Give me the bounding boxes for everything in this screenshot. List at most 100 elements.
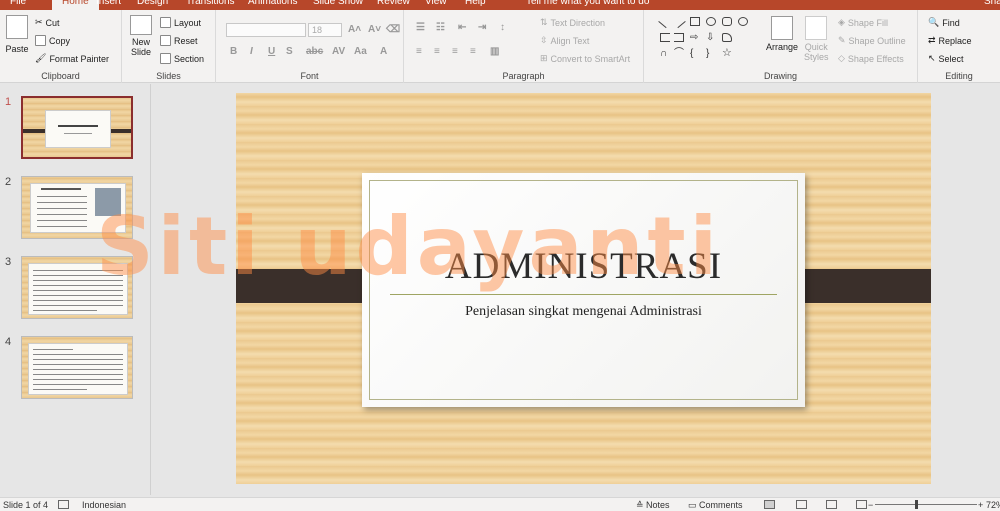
arrow-right-shape-icon[interactable]: ⇨ (690, 33, 700, 43)
text-direction-button[interactable]: ⇅ Text Direction (540, 17, 605, 28)
arrange-icon (771, 16, 794, 40)
rounded-rect-shape-icon[interactable] (722, 17, 732, 26)
quick-styles-icon (805, 16, 828, 40)
tab-review[interactable]: Review (377, 0, 410, 8)
align-left-icon[interactable]: ≡ (416, 46, 422, 57)
callout-shape-icon[interactable] (722, 33, 732, 42)
slide-thumbnail-4[interactable] (21, 336, 133, 399)
shape-fill-button[interactable]: ◈ Shape Fill (838, 17, 888, 28)
zoom-slider[interactable] (875, 504, 977, 505)
grow-font-icon[interactable]: A˄ (348, 24, 361, 35)
font-color-icon[interactable]: A (380, 46, 387, 57)
normal-view-icon[interactable] (764, 500, 775, 509)
comments-button[interactable]: ▭ Comments (688, 500, 743, 511)
search-icon: 🔍 (928, 17, 940, 27)
align-center-icon[interactable]: ≡ (434, 46, 440, 57)
section-button[interactable]: Section (160, 53, 204, 64)
decrease-indent-icon[interactable]: ⇤ (458, 22, 466, 33)
shapes-gallery[interactable]: ⇨ ⇩ ∩ ⌒ { } ☆ (658, 14, 756, 67)
tab-slide-show[interactable]: Slide Show (313, 0, 363, 8)
zoom-out-button[interactable]: − (868, 500, 873, 510)
align-text-button[interactable]: ⇳ Align Text (540, 35, 589, 46)
clipboard-label: Clipboard (41, 71, 80, 81)
find-button[interactable]: 🔍 Find (928, 17, 960, 28)
slide-counter: Slide 1 of 4 (3, 500, 49, 510)
reset-button[interactable]: Reset (160, 35, 198, 46)
title-divider (390, 294, 777, 295)
bold-icon[interactable]: B (230, 46, 237, 57)
paste-button[interactable]: Paste (4, 15, 30, 54)
tab-insert[interactable]: Insert (96, 0, 121, 8)
rectangle-shape-icon[interactable] (690, 17, 700, 26)
copy-button[interactable]: Copy (35, 35, 70, 46)
font-name-combo[interactable] (226, 23, 306, 37)
shape-effects-button[interactable]: ◇ Shape Effects (838, 53, 904, 64)
font-size-combo[interactable]: 18 (308, 23, 342, 37)
clear-format-icon[interactable]: ⌫ (386, 24, 400, 35)
tab-file[interactable]: File (10, 0, 26, 8)
slide-subtitle[interactable]: Penjelasan singkat mengenai Administrasi (362, 304, 805, 320)
scissors-icon: ✂ (35, 17, 43, 27)
curve-shape-icon[interactable]: ∩ (660, 49, 670, 59)
strikethrough-icon[interactable]: S (286, 46, 293, 57)
convert-smartart-button[interactable]: ⊞ Convert to SmartArt (540, 53, 630, 64)
ribbon: Paste ✂ Cut Copy 🖌 Format Painter Clipboar… (0, 10, 1000, 83)
select-button[interactable]: ↖ Select (928, 53, 964, 64)
underline-icon[interactable]: U (268, 46, 275, 57)
layout-button[interactable]: Layout (160, 17, 201, 28)
zoom-slider-thumb[interactable] (915, 500, 918, 509)
line-shape-icon[interactable] (658, 14, 672, 29)
replace-button[interactable]: ⇄ Replace (928, 35, 972, 46)
slide-thumbnail-1[interactable] (21, 96, 133, 159)
line-spacing-icon[interactable]: ↕ (500, 22, 505, 33)
tab-design[interactable]: Design (137, 0, 168, 8)
share-button[interactable]: Sha (984, 0, 1000, 8)
connector-shape-icon[interactable] (674, 33, 684, 42)
oval-shape-icon[interactable] (706, 17, 716, 26)
circle-shape-icon[interactable] (738, 17, 748, 26)
zoom-level[interactable]: 72% (986, 500, 1000, 510)
brace-shape-icon[interactable]: { (690, 49, 700, 59)
columns-icon[interactable]: ▥ (490, 46, 499, 57)
slideshow-icon[interactable] (856, 500, 867, 509)
reading-view-icon[interactable] (826, 500, 837, 509)
watermark-text: Siti udayanti (96, 200, 722, 293)
new-slide-button[interactable]: New Slide (127, 15, 155, 57)
shrink-font-icon[interactable]: A˅ (368, 24, 381, 35)
tell-me-search[interactable]: Tell me what you want to do (526, 0, 649, 8)
tab-help[interactable]: Help (465, 0, 486, 8)
arrow-down-shape-icon[interactable]: ⇩ (706, 33, 716, 43)
char-spacing-icon[interactable]: AV (332, 46, 345, 57)
thumbnail-number: 1 (5, 96, 12, 108)
arc-shape-icon[interactable]: ⌒ (674, 49, 684, 59)
new-slide-icon (130, 15, 152, 35)
increase-indent-icon[interactable]: ⇥ (478, 22, 486, 33)
tab-animations[interactable]: Animations (248, 0, 297, 8)
italic-icon[interactable]: I (250, 46, 253, 57)
text-direction-icon: ⇅ (540, 17, 548, 27)
tab-view[interactable]: View (425, 0, 447, 8)
zoom-in-button[interactable]: + (978, 500, 983, 510)
brace-shape-icon[interactable]: } (706, 49, 716, 59)
connector-shape-icon[interactable] (660, 33, 670, 42)
star-shape-icon[interactable]: ☆ (722, 48, 732, 59)
spelling-check-icon[interactable] (58, 500, 69, 509)
language-indicator[interactable]: Indonesian (82, 500, 126, 510)
numbering-icon[interactable]: ☷ (436, 22, 445, 33)
change-case-icon[interactable]: Aa (354, 46, 367, 57)
bullets-icon[interactable]: ☰ (416, 22, 425, 33)
format-painter-button[interactable]: 🖌 Format Painter (35, 53, 109, 64)
shape-outline-button[interactable]: ✎ Shape Outline (838, 35, 906, 46)
cut-button[interactable]: ✂ Cut (35, 17, 60, 28)
line-shape-icon[interactable] (672, 14, 686, 29)
align-right-icon[interactable]: ≡ (452, 46, 458, 57)
tab-home[interactable]: Home (52, 0, 99, 10)
notes-button[interactable]: ≙ Notes (636, 500, 670, 511)
shadow-icon[interactable]: abc (306, 46, 323, 57)
arrange-button[interactable]: Arrange (766, 16, 798, 52)
slide-sorter-icon[interactable] (796, 500, 807, 509)
slides-group: New Slide Layout Reset Section Slides (122, 10, 216, 83)
justify-icon[interactable]: ≡ (470, 46, 476, 57)
tab-transitions[interactable]: Transitions (186, 0, 235, 8)
quick-styles-button[interactable]: Quick Styles (804, 16, 829, 62)
